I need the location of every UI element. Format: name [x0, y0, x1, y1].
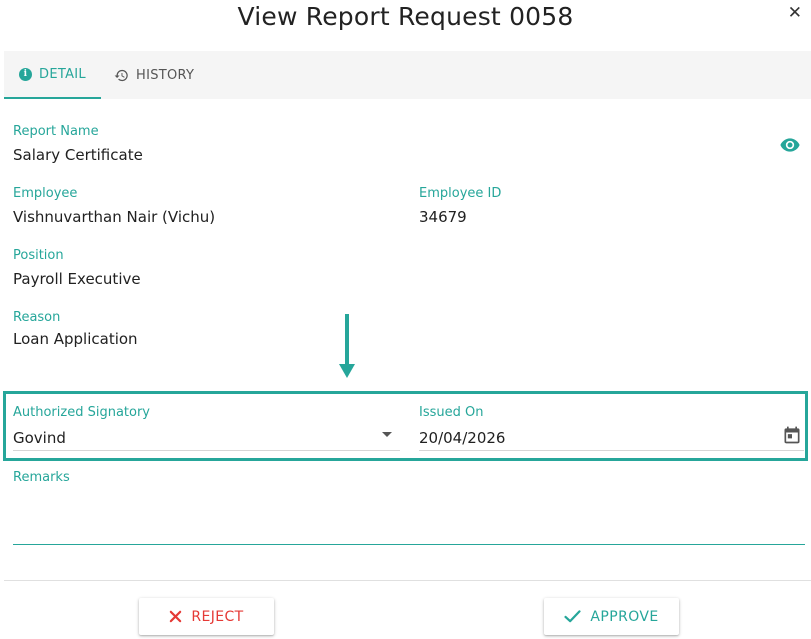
tab-history-label: HISTORY	[136, 67, 195, 83]
reason-value: Loan Application	[13, 330, 138, 348]
approve-button[interactable]: APPROVE	[544, 598, 679, 635]
reject-button[interactable]: REJECT	[139, 598, 274, 635]
footer-divider	[4, 580, 811, 581]
arrow-down-icon	[339, 314, 355, 378]
employee-id-value: 34679	[419, 208, 467, 226]
history-icon	[114, 68, 129, 83]
issued-on-label: Issued On	[419, 405, 484, 420]
calendar-icon[interactable]	[782, 425, 802, 445]
report-name-label: Report Name	[13, 124, 99, 139]
remarks-input[interactable]	[13, 492, 805, 542]
remarks-underline	[13, 544, 805, 545]
chevron-down-icon[interactable]	[382, 432, 392, 437]
tab-bar: i DETAIL HISTORY	[4, 51, 811, 99]
eye-icon[interactable]	[780, 137, 800, 153]
check-icon	[564, 610, 581, 623]
position-value: Payroll Executive	[13, 270, 141, 288]
authorized-signatory-label: Authorized Signatory	[13, 405, 150, 420]
issued-on-underline	[419, 450, 804, 451]
authorized-signatory-underline	[13, 450, 400, 451]
tab-detail-label: DETAIL	[39, 66, 86, 82]
employee-value: Vishnuvarthan Nair (Vichu)	[13, 208, 216, 226]
report-name-value: Salary Certificate	[13, 146, 143, 164]
issued-on-input[interactable]: 20/04/2026	[419, 429, 505, 447]
position-label: Position	[13, 248, 64, 263]
employee-id-label: Employee ID	[419, 186, 502, 201]
remarks-label: Remarks	[13, 470, 70, 485]
authorized-signatory-select[interactable]: Govind	[13, 429, 66, 447]
reject-label: REJECT	[191, 608, 244, 625]
employee-label: Employee	[13, 186, 78, 201]
tab-history[interactable]: HISTORY	[114, 51, 194, 99]
close-icon[interactable]: ✕	[788, 3, 802, 23]
info-icon: i	[19, 67, 33, 81]
reason-label: Reason	[13, 310, 61, 325]
dialog-title: View Report Request 0058	[237, 2, 574, 31]
close-icon	[169, 610, 182, 623]
tab-detail[interactable]: i DETAIL	[4, 51, 101, 99]
approve-label: APPROVE	[590, 608, 659, 625]
